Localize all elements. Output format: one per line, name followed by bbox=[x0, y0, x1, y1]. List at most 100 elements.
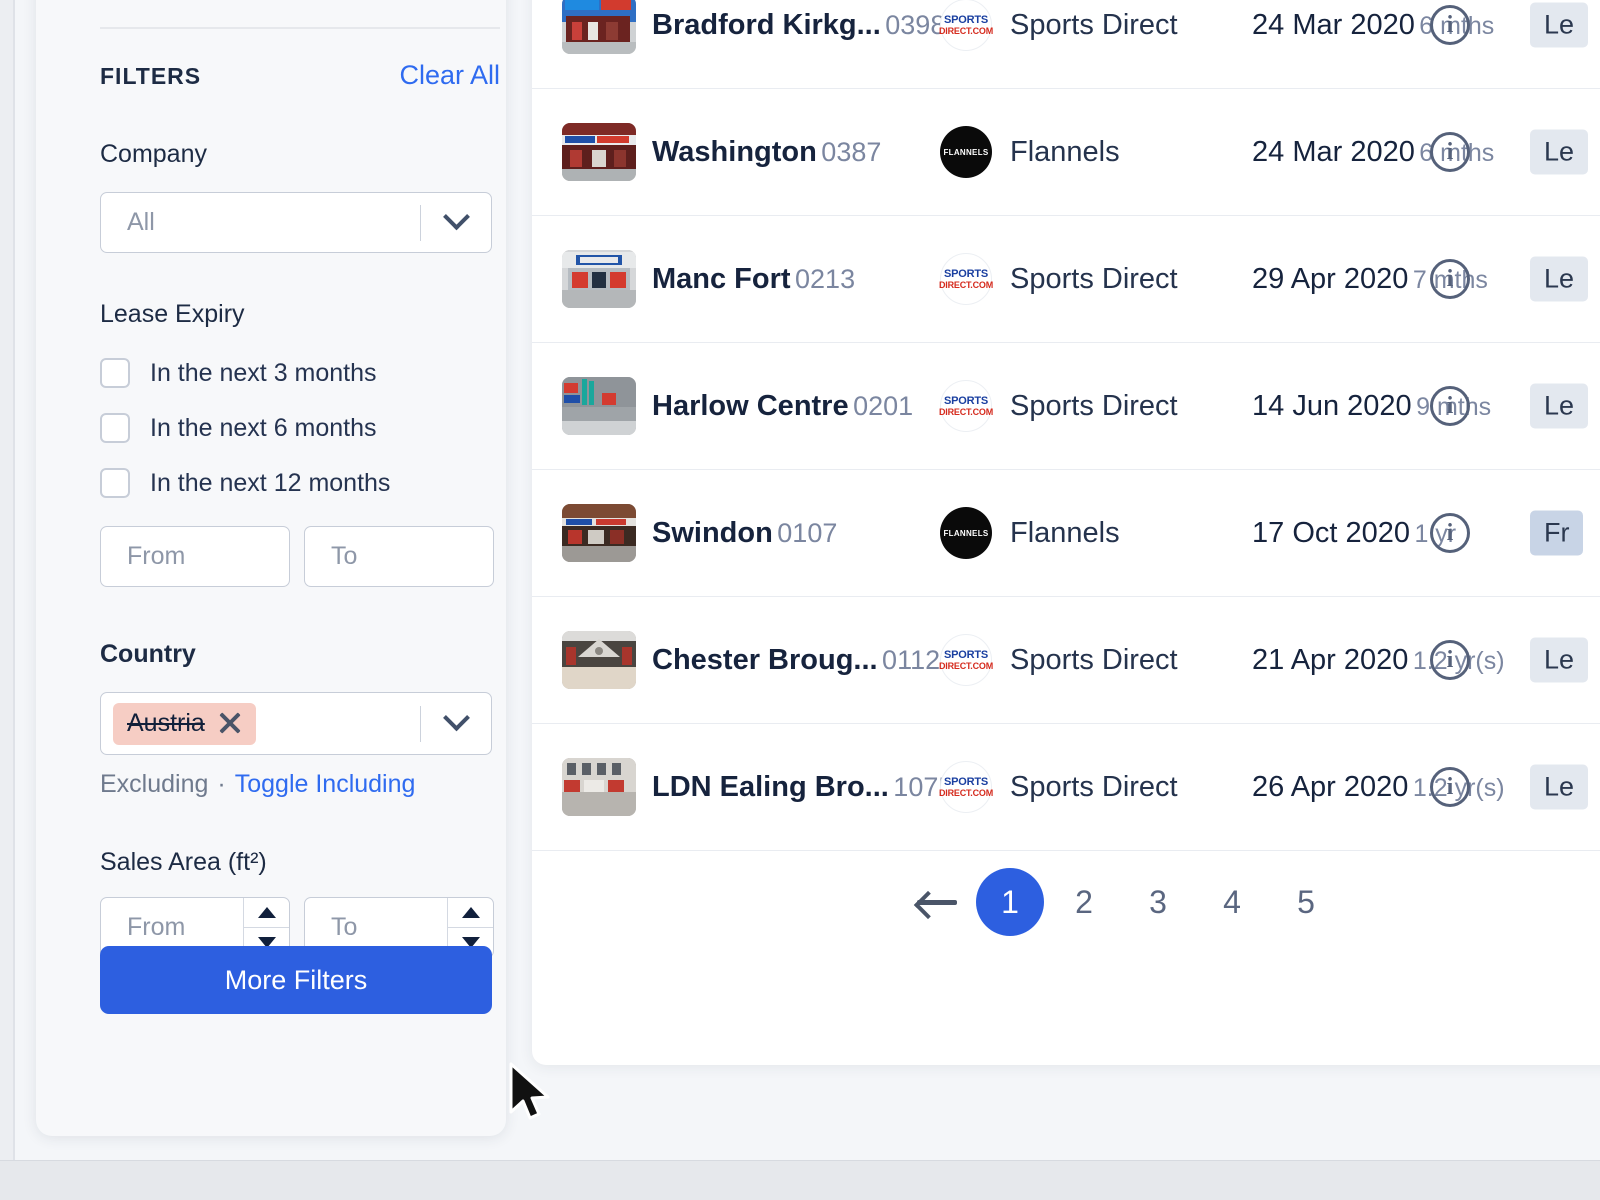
gutter-edge bbox=[13, 0, 15, 1200]
checkbox-box[interactable] bbox=[100, 413, 130, 443]
stepper-up-icon[interactable] bbox=[244, 898, 289, 927]
mouse-pointer-icon bbox=[508, 1062, 554, 1129]
clear-all-button[interactable]: Clear All bbox=[399, 60, 500, 91]
info-icon[interactable]: i bbox=[1430, 767, 1470, 807]
expiry-info: 17 Oct 2020 1 yr bbox=[1252, 517, 1456, 549]
sports-direct-logo: SPORTS DIRECT.COM bbox=[939, 634, 993, 686]
brand-cell: SPORTS DIRECT.COM Sports Direct bbox=[939, 0, 1178, 51]
status-badge: Le bbox=[1530, 129, 1589, 175]
country-mode-row: Excluding · Toggle Including bbox=[100, 770, 415, 799]
table-row[interactable]: Bradford Kirkg... 0398 SPORTS DIRECT.COM … bbox=[532, 0, 1600, 89]
status-badge: Le bbox=[1530, 2, 1589, 48]
info-icon[interactable]: i bbox=[1430, 5, 1470, 45]
checkbox-label: In the next 6 months bbox=[150, 413, 377, 442]
arrow-left-icon[interactable] bbox=[901, 889, 973, 915]
country-mode-text: Excluding bbox=[100, 770, 209, 798]
brand-name: Sports Direct bbox=[1010, 262, 1178, 295]
store-thumbnail bbox=[562, 504, 636, 562]
store-name: Chester Broug... bbox=[652, 643, 878, 676]
table-row[interactable]: Swindon 0107 FLANNELS Flannels 17 Oct 20… bbox=[532, 470, 1600, 597]
input-placeholder: From bbox=[127, 542, 186, 570]
store-thumbnail bbox=[562, 631, 636, 689]
table-row[interactable]: LDN Ealing Bro... 1075 SPORTS DIRECT.COM … bbox=[532, 724, 1600, 851]
table-row[interactable]: Chester Broug... 0112 SPORTS DIRECT.COM S… bbox=[532, 597, 1600, 724]
expiry-date: 14 Jun 2020 bbox=[1252, 389, 1412, 422]
info-icon[interactable]: i bbox=[1430, 513, 1470, 553]
brand-name: Sports Direct bbox=[1010, 770, 1178, 803]
table-row[interactable]: Manc Fort 0213 SPORTS DIRECT.COM Sports D… bbox=[532, 216, 1600, 343]
status-badge: Le bbox=[1530, 637, 1589, 683]
store-thumbnail bbox=[562, 377, 636, 435]
close-icon[interactable] bbox=[217, 710, 243, 736]
store-name: Manc Fort bbox=[652, 262, 791, 295]
brand-name: Sports Direct bbox=[1010, 8, 1178, 41]
more-filters-button[interactable]: More Filters bbox=[100, 946, 492, 1014]
brand-cell: SPORTS DIRECT.COM Sports Direct bbox=[939, 761, 1178, 813]
toggle-including-link[interactable]: Toggle Including bbox=[235, 770, 416, 799]
store-info[interactable]: Harlow Centre 0201 bbox=[652, 390, 913, 422]
store-thumbnail bbox=[562, 758, 636, 816]
info-icon[interactable]: i bbox=[1430, 640, 1470, 680]
status-badge: Fr bbox=[1530, 510, 1584, 556]
checkbox-next-3-months[interactable]: In the next 3 months bbox=[100, 358, 377, 388]
expiry-date: 26 Apr 2020 bbox=[1252, 770, 1409, 803]
store-number: 0213 bbox=[795, 263, 856, 294]
store-info[interactable]: Washington 0387 bbox=[652, 136, 881, 168]
country-chip-austria[interactable]: Austria bbox=[113, 702, 256, 745]
store-info[interactable]: Bradford Kirkg... 0398 bbox=[652, 9, 945, 41]
panel-divider bbox=[100, 27, 500, 29]
checkbox-box[interactable] bbox=[100, 468, 130, 498]
checkbox-next-12-months[interactable]: In the next 12 months bbox=[100, 468, 390, 498]
store-number: 0387 bbox=[821, 136, 882, 167]
sports-direct-logo: SPORTS DIRECT.COM bbox=[939, 253, 993, 305]
lease-expiry-label: Lease Expiry bbox=[100, 300, 245, 328]
flannels-logo: FLANNELS bbox=[940, 126, 992, 178]
stepper-up-icon[interactable] bbox=[448, 898, 493, 927]
store-name: Swindon bbox=[652, 516, 773, 549]
pagination: 1 2 3 4 5 bbox=[532, 868, 1600, 936]
table-row[interactable]: Harlow Centre 0201 SPORTS DIRECT.COM Spor… bbox=[532, 343, 1600, 470]
info-icon[interactable]: i bbox=[1430, 259, 1470, 299]
store-number: 0398 bbox=[885, 9, 946, 40]
info-icon[interactable]: i bbox=[1430, 386, 1470, 426]
page-button-4[interactable]: 4 bbox=[1195, 868, 1269, 936]
flannels-logo: FLANNELS bbox=[940, 507, 992, 559]
company-select[interactable]: All bbox=[100, 192, 492, 253]
status-badge: Le bbox=[1530, 383, 1589, 429]
info-icon[interactable]: i bbox=[1430, 132, 1470, 172]
expiry-date: 24 Mar 2020 bbox=[1252, 8, 1415, 41]
brand-name: Sports Direct bbox=[1010, 643, 1178, 676]
expiry-date: 17 Oct 2020 bbox=[1252, 516, 1410, 549]
page-button-5[interactable]: 5 bbox=[1269, 868, 1343, 936]
store-name: LDN Ealing Bro... bbox=[652, 770, 889, 803]
store-number: 0107 bbox=[777, 517, 838, 548]
country-chip-list: Austria bbox=[101, 702, 420, 745]
page-button-3[interactable]: 3 bbox=[1121, 868, 1195, 936]
separator-dot: · bbox=[217, 770, 226, 798]
table-row[interactable]: Washington 0387 FLANNELS Flannels 24 Mar… bbox=[532, 89, 1600, 216]
store-info[interactable]: Chester Broug... 0112 bbox=[652, 644, 940, 676]
store-info[interactable]: Swindon 0107 bbox=[652, 517, 837, 549]
store-thumbnail bbox=[562, 123, 636, 181]
store-info[interactable]: Manc Fort 0213 bbox=[652, 263, 855, 295]
results-row-list: 0700 mths Bradford Kirkg... 0398 SPORTSD… bbox=[532, 0, 1600, 851]
page-button-2[interactable]: 2 bbox=[1047, 868, 1121, 936]
checkbox-box[interactable] bbox=[100, 358, 130, 388]
store-name: Washington bbox=[652, 135, 817, 168]
checkbox-next-6-months[interactable]: In the next 6 months bbox=[100, 413, 377, 443]
brand-cell: FLANNELS Flannels bbox=[940, 507, 1120, 559]
brand-name: Flannels bbox=[1010, 135, 1120, 168]
lease-expiry-to-input[interactable]: To bbox=[304, 526, 494, 587]
sports-direct-logo: SPORTS DIRECT.COM bbox=[939, 761, 993, 813]
store-name: Harlow Centre bbox=[652, 389, 849, 422]
footer-band bbox=[0, 1160, 1600, 1200]
lease-expiry-from-input[interactable]: From bbox=[100, 526, 290, 587]
company-label: Company bbox=[100, 140, 207, 168]
page-button-1[interactable]: 1 bbox=[976, 868, 1044, 936]
chevron-down-icon[interactable] bbox=[421, 203, 491, 232]
brand-cell: SPORTS DIRECT.COM Sports Direct bbox=[939, 380, 1178, 432]
chevron-down-icon[interactable] bbox=[421, 704, 491, 733]
brand-cell: SPORTS DIRECT.COM Sports Direct bbox=[939, 634, 1178, 686]
country-select[interactable]: Austria bbox=[100, 692, 492, 755]
store-info[interactable]: LDN Ealing Bro... 1075 bbox=[652, 771, 953, 803]
